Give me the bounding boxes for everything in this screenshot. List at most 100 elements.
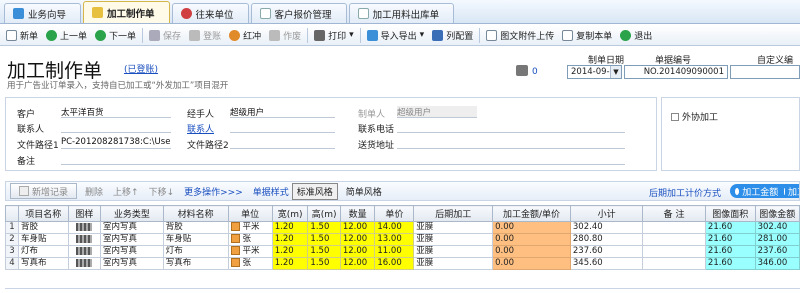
delete-button[interactable]: 删除 bbox=[85, 185, 103, 198]
cell-processing-amount[interactable]: 0.00 bbox=[492, 245, 571, 258]
void-button[interactable]: 作废 bbox=[265, 26, 305, 45]
save-button[interactable]: 保存 bbox=[145, 26, 185, 45]
checkbox-box[interactable] bbox=[671, 112, 679, 121]
column-config-button[interactable]: 列配置 bbox=[428, 26, 477, 45]
cell-item-name[interactable]: 灯布 bbox=[17, 245, 69, 258]
cell-remark[interactable] bbox=[642, 233, 706, 246]
cell-item-name[interactable]: 车身贴 bbox=[17, 233, 69, 246]
column-header[interactable]: 业务类型 bbox=[100, 205, 164, 222]
cell-image-area[interactable]: 21.60 bbox=[704, 233, 756, 246]
register-button[interactable]: 登账 bbox=[185, 26, 225, 45]
cell-image-area[interactable]: 21.60 bbox=[704, 245, 756, 258]
cell-unit[interactable]: 张 bbox=[227, 233, 273, 246]
contact-field[interactable] bbox=[61, 121, 171, 133]
tab-quote-management[interactable]: 客户报价管理 bbox=[250, 3, 347, 23]
cell-height[interactable]: 1.50 bbox=[307, 245, 341, 258]
move-up-button[interactable]: 上移↑ bbox=[113, 185, 139, 198]
cell-remark[interactable] bbox=[642, 245, 706, 258]
table-row[interactable]: 1 背胶 室内写真 背胶 平米 1.20 1.50 12.00 14.00 亚膜 0.00 302.4… bbox=[5, 221, 800, 234]
cell-pattern[interactable] bbox=[67, 233, 102, 246]
calc-mode-link[interactable]: 后期加工计价方式 bbox=[649, 186, 721, 199]
cell-remark[interactable] bbox=[642, 221, 706, 234]
address-field[interactable] bbox=[397, 137, 625, 149]
column-header[interactable]: 图像金额 bbox=[754, 205, 800, 222]
cell-subtotal[interactable]: 280.80 bbox=[569, 233, 644, 246]
column-header[interactable]: 备 注 bbox=[642, 205, 706, 222]
cell-business-type[interactable]: 室内写真 bbox=[100, 257, 164, 270]
tab-processing-order[interactable]: 加工制作单 bbox=[83, 1, 170, 23]
cell-item-name[interactable]: 写真布 bbox=[17, 257, 69, 270]
cell-image-amount[interactable]: 281.00 bbox=[754, 233, 800, 246]
customer-field[interactable]: 太平洋百货 bbox=[61, 106, 171, 118]
column-header[interactable]: 图像面积 bbox=[704, 205, 756, 222]
cell-post-processing[interactable]: 亚膜 bbox=[413, 233, 494, 246]
new-button[interactable]: 新单 bbox=[2, 26, 42, 45]
cell-item-name[interactable]: 背胶 bbox=[17, 221, 69, 234]
cell-pattern[interactable] bbox=[67, 257, 102, 270]
cell-height[interactable]: 1.50 bbox=[307, 233, 341, 246]
cell-image-amount[interactable]: 237.60 bbox=[754, 245, 800, 258]
copy-order-button[interactable]: 复制本单 bbox=[558, 26, 616, 45]
custom-number-field[interactable] bbox=[730, 65, 800, 79]
cell-image-amount[interactable]: 346.00 bbox=[754, 257, 800, 270]
tab-business-guide[interactable]: 业务向导 bbox=[4, 3, 82, 23]
column-header[interactable]: 宽(m) bbox=[271, 205, 309, 222]
cell-material[interactable]: 背胶 bbox=[162, 221, 229, 234]
table-row[interactable]: 2 车身贴 室内写真 车身贴张 1.20 1.50 12.00 13.00 亚膜 0.00 280.… bbox=[5, 233, 800, 246]
column-header[interactable]: 图样 bbox=[67, 205, 102, 222]
tab-partners[interactable]: 往来单位 bbox=[171, 3, 249, 23]
date-field[interactable]: 2014-09-09 ▼ bbox=[567, 65, 622, 79]
number-field[interactable]: NO.201409090001 bbox=[624, 65, 728, 79]
cell-width[interactable]: 1.20 bbox=[271, 245, 309, 258]
cell-quantity[interactable]: 12.00 bbox=[339, 257, 376, 270]
cell-processing-amount[interactable]: 0.00 bbox=[492, 221, 571, 234]
cell-remark[interactable] bbox=[642, 257, 706, 270]
cell-quantity[interactable]: 12.00 bbox=[339, 245, 376, 258]
phone-field[interactable] bbox=[397, 121, 625, 133]
cell-business-type[interactable]: 室内写真 bbox=[100, 245, 164, 258]
print-button[interactable]: 打印 ▾ bbox=[310, 26, 358, 45]
cell-subtotal[interactable]: 345.60 bbox=[569, 257, 644, 270]
cell-business-type[interactable]: 室内写真 bbox=[100, 233, 164, 246]
cell-height[interactable]: 1.50 bbox=[307, 257, 341, 270]
cell-pattern[interactable] bbox=[67, 245, 102, 258]
cell-business-type[interactable]: 室内写真 bbox=[100, 221, 164, 234]
cell-pattern[interactable] bbox=[67, 221, 102, 234]
add-record-button[interactable]: 新增记录 bbox=[10, 183, 78, 199]
cell-price[interactable]: 16.00 bbox=[374, 257, 415, 270]
cell-subtotal[interactable]: 237.60 bbox=[569, 245, 644, 258]
file-path2-field[interactable] bbox=[230, 137, 335, 149]
column-header[interactable]: 单位 bbox=[227, 205, 273, 222]
cell-material[interactable]: 灯布 bbox=[162, 245, 229, 258]
move-down-button[interactable]: 下移↓ bbox=[149, 185, 175, 198]
column-header[interactable]: 高(m) bbox=[307, 205, 341, 222]
import-export-button[interactable]: 导入导出 ▾ bbox=[363, 26, 429, 45]
cell-width[interactable]: 1.20 bbox=[271, 233, 309, 246]
cell-height[interactable]: 1.50 bbox=[307, 221, 341, 234]
status-link[interactable]: (已登账) bbox=[124, 62, 158, 75]
cell-image-amount[interactable]: 302.40 bbox=[754, 221, 800, 234]
tab-material-outbound[interactable]: 加工用料出库单 bbox=[348, 3, 455, 23]
cell-post-processing[interactable]: 亚膜 bbox=[413, 221, 494, 234]
cell-subtotal[interactable]: 302.40 bbox=[569, 221, 644, 234]
cell-price[interactable]: 13.00 bbox=[374, 233, 415, 246]
cell-quantity[interactable]: 12.00 bbox=[339, 233, 376, 246]
cell-material[interactable]: 写真布 bbox=[162, 257, 229, 270]
column-header[interactable]: 项目名称 bbox=[17, 205, 69, 222]
red-reverse-button[interactable]: 红冲 bbox=[225, 26, 265, 45]
more-ops-link[interactable]: 更多操作>>> bbox=[184, 185, 243, 198]
chevron-down-icon[interactable]: ▼ bbox=[610, 66, 621, 78]
column-header[interactable]: 单价 bbox=[374, 205, 415, 222]
cell-unit[interactable]: 平米 bbox=[227, 245, 273, 258]
link-contact-label[interactable]: 联系人 bbox=[187, 122, 214, 135]
cell-material[interactable]: 车身贴 bbox=[162, 233, 229, 246]
calc-mode-radio[interactable]: 加工金额 加工 bbox=[730, 184, 799, 198]
note-field[interactable] bbox=[61, 153, 625, 165]
cell-width[interactable]: 1.20 bbox=[271, 257, 309, 270]
file-path1-field[interactable]: PC-201208281738:C:\Users bbox=[61, 137, 171, 149]
next-button[interactable]: 下一单 bbox=[91, 26, 140, 45]
cell-quantity[interactable]: 12.00 bbox=[339, 221, 376, 234]
cell-image-area[interactable]: 21.60 bbox=[704, 257, 756, 270]
cell-processing-amount[interactable]: 0.00 bbox=[492, 233, 571, 246]
cell-unit[interactable]: 平米 bbox=[227, 221, 273, 234]
